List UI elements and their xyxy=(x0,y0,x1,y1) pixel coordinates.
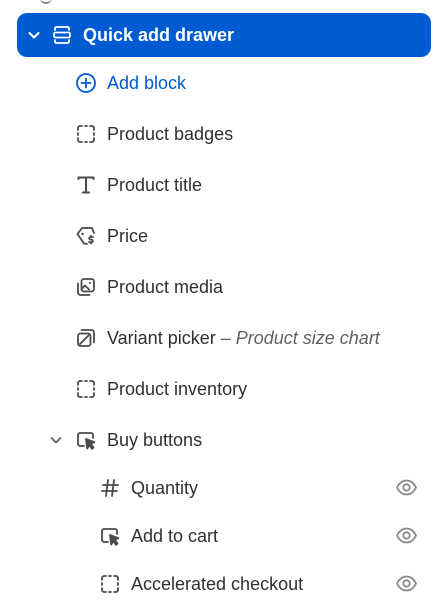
sub-block-add-to-cart[interactable]: Add to cart xyxy=(0,516,437,556)
block-label: Product media xyxy=(107,277,224,297)
dashed-square-icon xyxy=(75,378,97,400)
block-price[interactable]: Price xyxy=(0,216,437,256)
block-product-badges[interactable]: Product badges xyxy=(0,114,437,154)
block-variant-picker[interactable]: Variant picker – Product size chart xyxy=(0,318,437,358)
eye-icon[interactable] xyxy=(395,476,418,499)
block-label: Price xyxy=(107,226,149,246)
media-icon xyxy=(75,276,97,298)
dashed-square-icon xyxy=(75,123,97,145)
block-label-wrap: Variant picker – Product size chart xyxy=(107,327,380,349)
block-label: Product badges xyxy=(107,124,234,144)
block-label: Variant picker xyxy=(107,328,216,348)
sub-block-label: Accelerated checkout xyxy=(131,574,304,594)
add-block-label: Add block xyxy=(107,73,187,93)
section-icon xyxy=(51,24,73,46)
sub-block-quantity[interactable]: Quantity xyxy=(0,468,437,508)
previous-item-edge xyxy=(0,0,437,8)
chevron-down-icon[interactable] xyxy=(48,432,64,448)
cursor-icon xyxy=(99,525,121,547)
eye-icon[interactable] xyxy=(395,524,418,547)
sub-block-label: Quantity xyxy=(131,478,199,498)
eye-icon[interactable] xyxy=(395,572,418,595)
section-quick-add-drawer[interactable]: Quick add drawer xyxy=(17,13,431,57)
price-tag-icon xyxy=(75,225,97,247)
dashed-square-icon xyxy=(99,573,121,595)
variant-icon xyxy=(75,327,97,349)
block-label: Product inventory xyxy=(107,379,248,399)
block-label: Buy buttons xyxy=(107,430,203,450)
plus-circle-icon xyxy=(75,72,97,94)
block-product-title[interactable]: Product title xyxy=(0,165,437,205)
hash-icon xyxy=(99,477,121,499)
text-icon xyxy=(75,174,97,196)
block-buy-buttons[interactable]: Buy buttons xyxy=(0,420,437,460)
block-setting-suffix: – Product size chart xyxy=(220,328,380,348)
sub-block-label: Add to cart xyxy=(131,526,219,546)
sub-block-accelerated-checkout[interactable]: Accelerated checkout xyxy=(0,564,437,604)
section-label: Quick add drawer xyxy=(83,25,235,45)
add-block-button[interactable]: Add block xyxy=(0,63,437,103)
cursor-icon xyxy=(75,429,97,451)
chevron-down-icon[interactable] xyxy=(26,27,42,43)
block-product-media[interactable]: Product media xyxy=(0,267,437,307)
block-label: Product title xyxy=(107,175,203,195)
block-product-inventory[interactable]: Product inventory xyxy=(0,369,437,409)
